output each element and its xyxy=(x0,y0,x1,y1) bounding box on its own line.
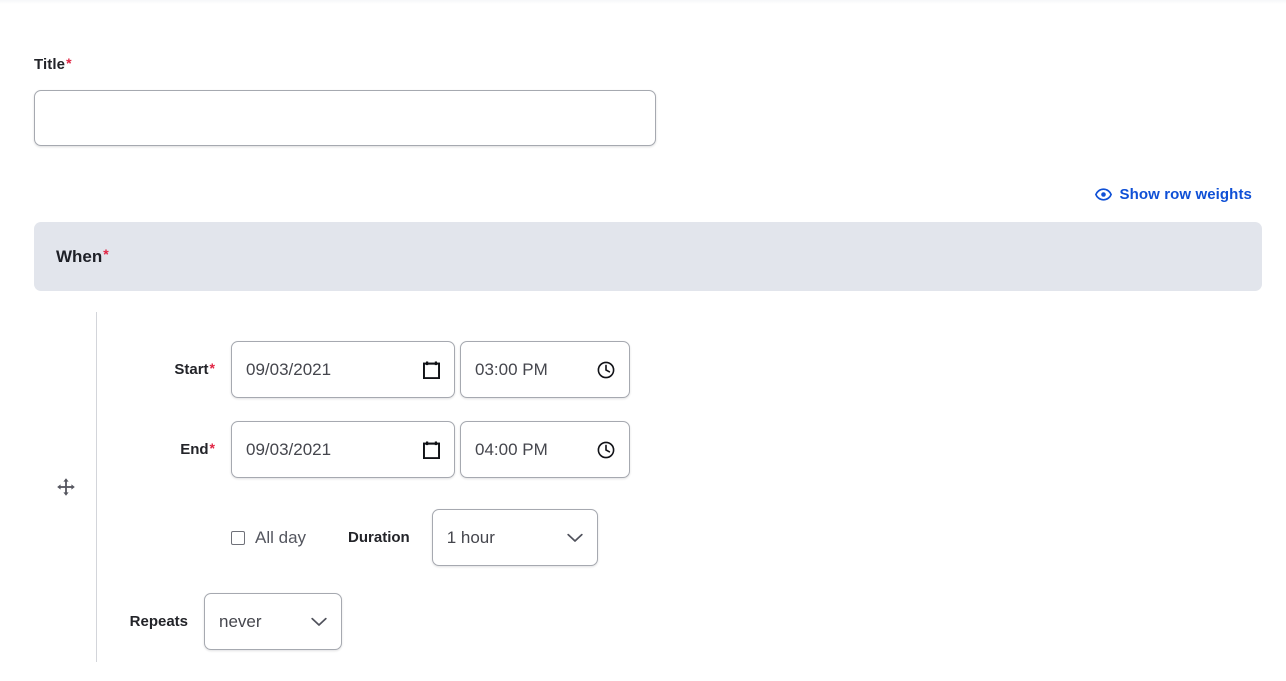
event-form-page: Title* Show row weights When* Start* 09/… xyxy=(0,0,1286,681)
show-row-weights-link[interactable]: Show row weights xyxy=(1094,186,1252,203)
calendar-icon[interactable] xyxy=(422,361,441,379)
title-label-text: Title xyxy=(34,56,66,73)
repeats-select[interactable]: never xyxy=(204,593,342,650)
clock-icon[interactable] xyxy=(597,361,615,379)
duration-label: Duration xyxy=(348,529,410,546)
repeats-value: never xyxy=(219,611,262,631)
move-handle-icon[interactable] xyxy=(56,477,76,497)
title-field-label: Title* xyxy=(34,56,72,73)
start-label: Start* xyxy=(120,361,215,378)
all-day-checkbox-group[interactable]: All day xyxy=(231,528,306,548)
end-time-input[interactable]: 04:00 PM xyxy=(460,421,630,478)
end-date-input[interactable]: 09/03/2021 xyxy=(231,421,455,478)
end-required-asterisk: * xyxy=(209,440,215,456)
start-time-value: 03:00 PM xyxy=(475,359,548,379)
group-vertical-rule xyxy=(96,312,97,662)
title-required-asterisk: * xyxy=(66,55,72,71)
when-required-asterisk: * xyxy=(103,245,109,262)
duration-value: 1 hour xyxy=(446,527,495,547)
start-label-text: Start xyxy=(174,361,209,378)
duration-select[interactable]: 1 hour xyxy=(431,509,598,566)
when-section-header: When* xyxy=(34,222,1262,291)
all-day-label: All day xyxy=(255,527,307,547)
start-row: Start* 09/03/2021 03:00 PM xyxy=(120,341,630,398)
chevron-down-icon xyxy=(311,617,327,627)
clock-icon[interactable] xyxy=(597,441,615,459)
chevron-down-icon xyxy=(567,533,583,543)
end-date-value: 09/03/2021 xyxy=(246,439,332,459)
start-date-input[interactable]: 09/03/2021 xyxy=(231,341,455,398)
all-day-checkbox[interactable] xyxy=(231,530,245,545)
start-time-input[interactable]: 03:00 PM xyxy=(460,341,630,398)
end-label: End* xyxy=(120,441,215,458)
calendar-icon[interactable] xyxy=(422,441,441,459)
show-row-weights-label: Show row weights xyxy=(1119,186,1252,203)
top-edge-strip xyxy=(0,0,1286,4)
eye-icon xyxy=(1094,188,1112,201)
when-label-text: When xyxy=(56,246,103,266)
end-row: End* 09/03/2021 04:00 PM xyxy=(120,421,630,478)
repeats-row: Repeats never xyxy=(120,593,342,650)
when-header-label: When* xyxy=(56,247,109,267)
end-label-text: End xyxy=(180,441,209,458)
start-date-value: 09/03/2021 xyxy=(246,359,332,379)
title-input[interactable] xyxy=(34,90,656,146)
end-time-value: 04:00 PM xyxy=(475,439,548,459)
start-required-asterisk: * xyxy=(209,360,215,376)
repeats-label: Repeats xyxy=(129,613,188,630)
allday-duration-row: All day Duration 1 hour xyxy=(120,509,598,566)
